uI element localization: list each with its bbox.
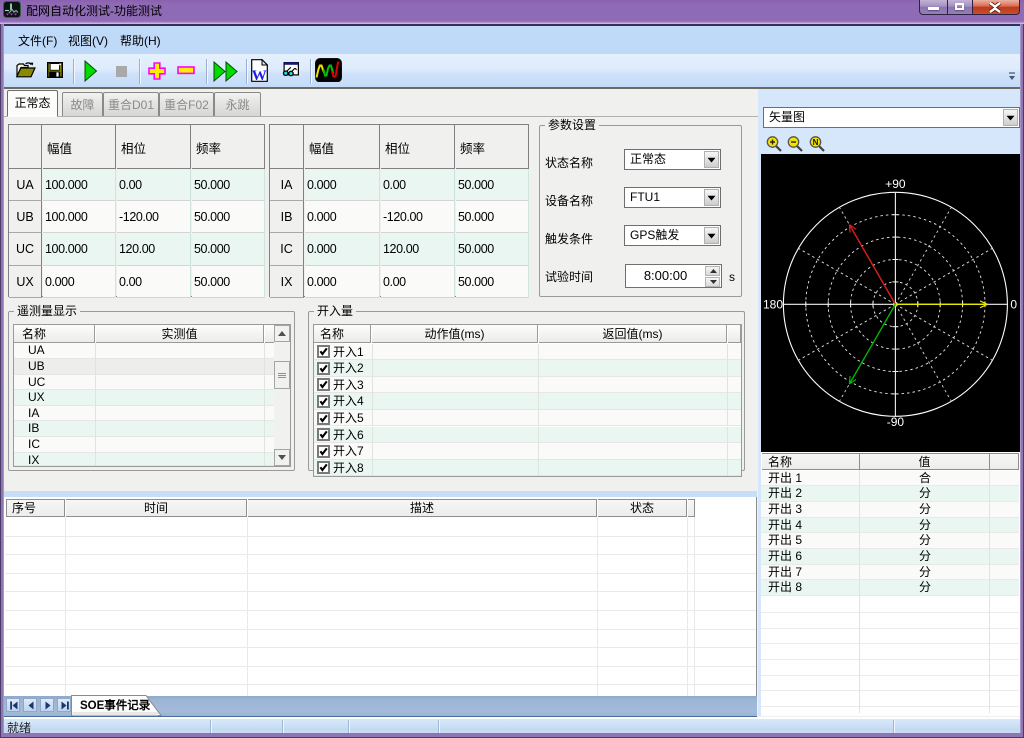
- svg-text:N: N: [813, 138, 819, 147]
- svg-text:180: 180: [763, 297, 783, 311]
- svg-text:+90: +90: [885, 177, 906, 191]
- svg-text:-90: -90: [887, 415, 905, 429]
- svg-text:W: W: [252, 68, 267, 82]
- svg-text:0: 0: [1010, 297, 1017, 311]
